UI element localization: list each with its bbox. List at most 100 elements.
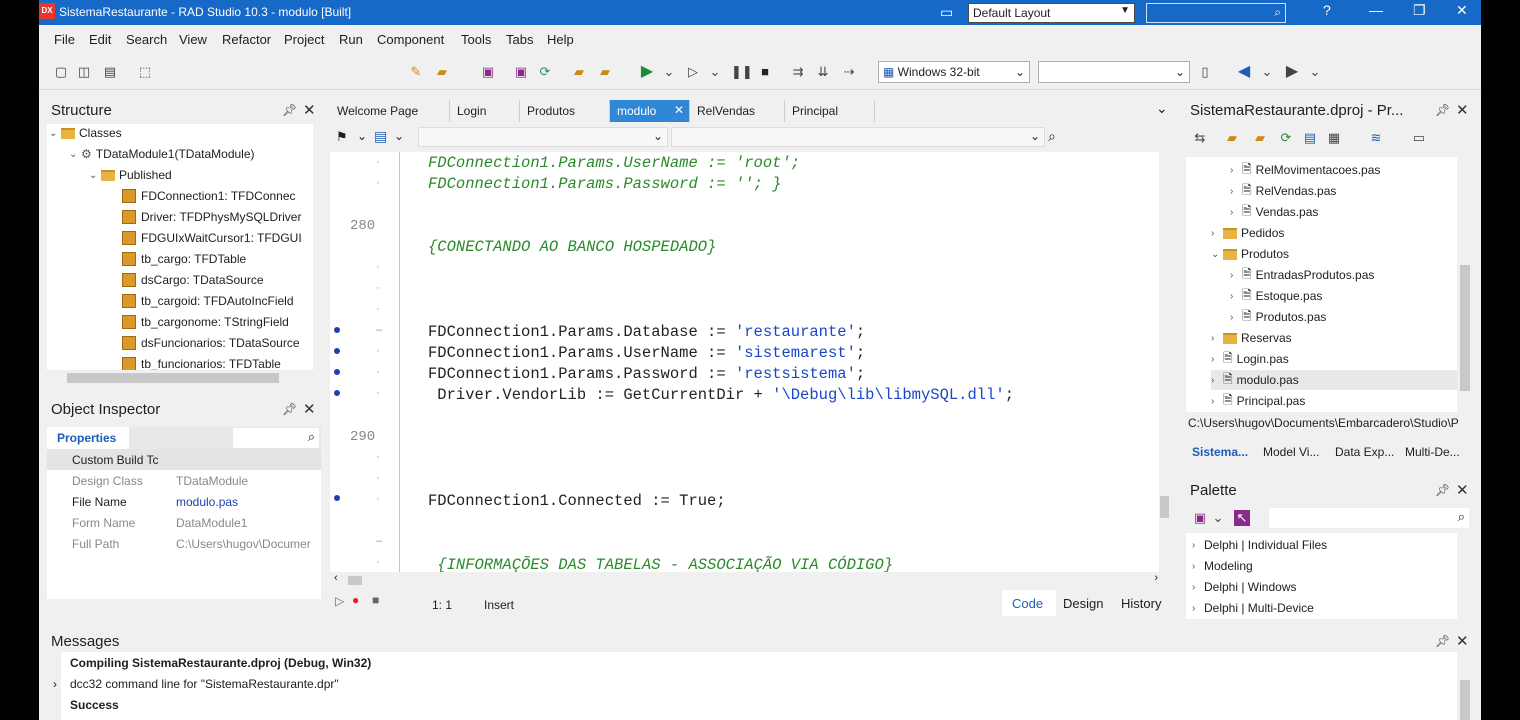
chevron-right-icon[interactable]: › <box>53 677 57 691</box>
menu-edit[interactable]: Edit <box>89 32 111 47</box>
tab-project[interactable]: Sistema... <box>1192 445 1248 459</box>
minimize-button[interactable]: — <box>1369 2 1383 18</box>
device-icon[interactable]: ▯ <box>1197 64 1213 80</box>
tree-item[interactable]: tb_cargonome: TStringField <box>122 312 289 332</box>
tree-item[interactable]: › 🗎︎ RelMovimentacoes.pas <box>1230 160 1380 180</box>
inspector-row[interactable]: File Name modulo.pas <box>47 491 321 512</box>
menu-file[interactable]: File <box>54 32 75 47</box>
open-project-icon[interactable]: ▰ <box>434 64 450 80</box>
properties-tab[interactable]: Properties <box>47 427 129 449</box>
folder-icon[interactable]: ▰ <box>1252 130 1268 146</box>
add-icon[interactable]: ▰ <box>1224 130 1240 146</box>
editor-hscrollbar[interactable]: ‹ › <box>330 572 1170 588</box>
message-line[interactable]: dcc32 command line for "SistemaRestauran… <box>70 677 339 691</box>
menu-tools[interactable]: Tools <box>461 32 491 47</box>
menu-refactor[interactable]: Refactor <box>222 32 271 47</box>
cursor-icon[interactable]: ↖ <box>1234 510 1250 526</box>
tab-history[interactable]: History <box>1121 596 1161 611</box>
pin-icon[interactable]: 📌︎ <box>1435 103 1450 117</box>
structure-scrollbar[interactable] <box>313 124 321 386</box>
ide-search-input[interactable]: ⌕ <box>1146 3 1286 23</box>
tree-item[interactable]: dsFuncionarios: TDataSource <box>122 333 300 353</box>
scroll-thumb[interactable] <box>348 576 362 585</box>
tab-modulo[interactable]: modulo ✕ <box>610 100 690 122</box>
tree-item[interactable]: › Reservas <box>1211 328 1292 348</box>
trace-into-icon[interactable]: ⇊ <box>815 64 831 80</box>
chevron-down-icon[interactable]: ⌄ <box>357 129 367 143</box>
tree-item[interactable]: › 🗎︎ EntradasProdutos.pas <box>1230 265 1374 285</box>
tab-principal[interactable]: Principal <box>785 100 875 122</box>
layout-dropdown[interactable]: Default Layout ▼ <box>968 3 1135 23</box>
run-to-cursor-icon[interactable]: ⇢ <box>841 64 857 80</box>
palette-item[interactable]: › Delphi | Windows <box>1192 577 1296 597</box>
class-icon[interactable]: ⚑ <box>336 129 348 145</box>
chevron-down-icon[interactable]: ⌄ <box>1156 100 1168 117</box>
palette-category-icon[interactable]: ▣ <box>1192 510 1208 526</box>
tree-item[interactable]: › 🗎︎ Produtos.pas <box>1230 307 1326 327</box>
tree-item[interactable]: dsCargo: TDataSource <box>122 270 264 290</box>
scroll-thumb[interactable] <box>1460 680 1470 720</box>
layout-icon[interactable]: ▭ <box>940 4 953 21</box>
close-button[interactable]: ✕ <box>1456 2 1468 19</box>
tree-item[interactable]: FDGUIxWaitCursor1: TFDGUI <box>122 228 302 248</box>
run-icon[interactable]: ▶ <box>639 64 655 80</box>
pin-icon[interactable]: 📌︎ <box>282 103 297 117</box>
inspector-row[interactable]: Custom Build Tc <box>47 449 321 470</box>
tab-welcome-page[interactable]: Welcome Page <box>330 100 450 122</box>
messages-scrollbar[interactable] <box>1457 652 1474 720</box>
palette-item[interactable]: › Delphi | Multi-Device <box>1192 598 1314 618</box>
tab-login[interactable]: Login <box>450 100 520 122</box>
menu-view[interactable]: View <box>179 32 207 47</box>
chevron-down-icon[interactable]: ⌄ <box>394 129 404 143</box>
new-file-icon[interactable]: ▢ <box>53 64 69 80</box>
chevron-down-icon[interactable]: ⌄ <box>1210 510 1226 526</box>
view-icon[interactable]: ▭ <box>1411 130 1427 146</box>
close-icon[interactable]: ✕ <box>303 400 316 418</box>
stop-icon[interactable]: ■ <box>757 64 773 80</box>
chevron-down-icon[interactable]: ⌄ <box>1259 64 1275 80</box>
open-icon[interactable]: ▤ <box>102 64 118 80</box>
palette-search-input[interactable]: ⌕ <box>1269 508 1469 528</box>
tree-item[interactable]: tb_cargoid: TFDAutoIncField <box>122 291 294 311</box>
scroll-thumb[interactable] <box>67 373 279 383</box>
tree-item[interactable]: › 🗎︎ Principal.pas <box>1211 391 1305 411</box>
save-icon[interactable]: ▣ <box>480 64 496 80</box>
menu-help[interactable]: Help <box>547 32 574 47</box>
close-icon[interactable]: ✕ <box>1456 481 1469 499</box>
inspector-row[interactable]: Form Name DataModule1 <box>47 512 321 533</box>
back-icon[interactable]: ◀ <box>1236 64 1252 80</box>
tree-item-selected[interactable]: › 🗎︎ modulo.pas <box>1211 370 1457 390</box>
close-icon[interactable]: ✕ <box>674 103 684 117</box>
menu-search[interactable]: Search <box>126 32 167 47</box>
new-project-icon[interactable]: ✎ <box>408 64 424 80</box>
tab-design[interactable]: Design <box>1063 596 1103 611</box>
help-icon[interactable]: ? <box>1323 2 1331 18</box>
chevron-down-icon[interactable]: ⌄ <box>1307 64 1323 80</box>
tree-item[interactable]: › 🗎︎ Vendas.pas <box>1230 202 1318 222</box>
save-all-icon[interactable]: ▣ <box>513 64 529 80</box>
tree-item[interactable]: Driver: TFDPhysMySQLDriver <box>122 207 301 227</box>
method-select[interactable]: ⌄ <box>671 127 1045 147</box>
message-line[interactable]: Compiling SistemaRestaurante.dproj (Debu… <box>70 656 371 670</box>
sync-icon[interactable]: ⇆ <box>1192 130 1208 146</box>
platform-select[interactable]: ▦ Windows 32-bit ⌄ <box>878 61 1030 83</box>
pin-icon[interactable]: 📌︎ <box>282 402 297 416</box>
close-icon[interactable]: ✕ <box>1456 101 1469 119</box>
search-icon[interactable]: ⌕ <box>1048 128 1056 145</box>
new-form-icon[interactable]: ◫ <box>76 64 92 80</box>
message-line[interactable]: Success <box>70 698 119 712</box>
pause-icon[interactable]: ❚❚ <box>731 64 753 80</box>
tree-item[interactable]: ⌄ Classes <box>49 124 122 143</box>
tree-item[interactable]: tb_cargo: TFDTable <box>122 249 246 269</box>
chevron-right-icon[interactable]: › <box>1154 572 1158 584</box>
inspector-row[interactable]: Design Class TDataModule <box>47 470 321 491</box>
inspector-row[interactable]: Full Path C:\Users\hugov\Documer <box>47 533 321 554</box>
stop-macro-icon[interactable]: ■ <box>372 593 379 607</box>
tree-item[interactable]: › 🗎︎ Estoque.pas <box>1230 286 1322 306</box>
sort-icon[interactable]: ≋ <box>1368 130 1384 146</box>
menu-component[interactable]: Component <box>377 32 444 47</box>
tree-item[interactable]: FDConnection1: TFDConnec <box>122 186 296 206</box>
menu-run[interactable]: Run <box>339 32 363 47</box>
chevron-down-icon[interactable]: ⌄ <box>661 64 677 80</box>
chevron-down-icon[interactable]: ⌄ <box>707 64 723 80</box>
